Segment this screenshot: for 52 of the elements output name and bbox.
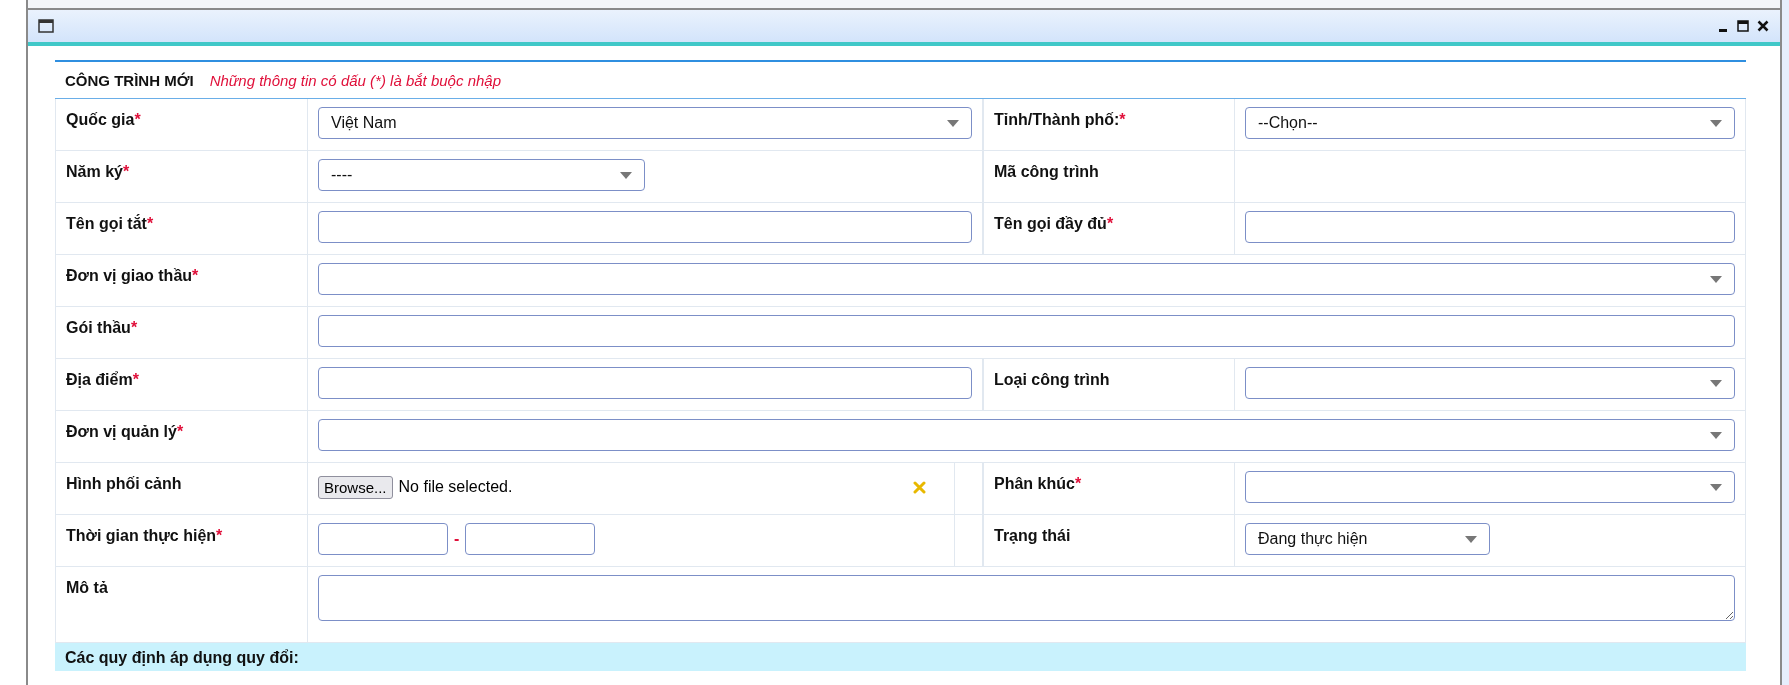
start-date-field[interactable] xyxy=(318,523,448,555)
field-label: Mô tả xyxy=(66,579,108,596)
form-title: CÔNG TRÌNH MỚI xyxy=(65,71,194,89)
input-field[interactable] xyxy=(318,315,1735,347)
clear-x-icon[interactable] xyxy=(913,480,926,494)
field-label: Gói thầu* xyxy=(66,319,138,336)
dropdown-caret-icon xyxy=(620,171,632,179)
close-icon xyxy=(1757,20,1769,32)
maximize-icon xyxy=(1737,20,1749,32)
field-label: Loại công trình xyxy=(994,371,1110,388)
end-date-field[interactable] xyxy=(465,523,596,555)
dropdown-field[interactable]: --Chọn-- xyxy=(1245,107,1735,139)
dropdown-field[interactable]: Việt Nam xyxy=(318,107,972,139)
field-label: Trạng thái xyxy=(994,527,1071,544)
required-note: Những thông tin có dấu (*) là bắt buộc nhập xyxy=(209,71,501,89)
dropdown-caret-icon xyxy=(947,119,959,127)
dropdown-caret-icon xyxy=(1710,483,1722,491)
close-button[interactable] xyxy=(1756,19,1770,33)
field-label: Năm ký* xyxy=(66,163,130,180)
dropdown-field[interactable] xyxy=(318,419,1735,451)
dropdown-field[interactable] xyxy=(318,263,1735,295)
field-label: Đơn vị quản lý* xyxy=(66,423,184,440)
range-dash: - xyxy=(454,529,460,549)
field-label: Đơn vị giao thầu* xyxy=(66,267,199,284)
browse-button[interactable]: Browse... xyxy=(318,475,393,499)
field-label: Hình phối cảnh xyxy=(66,475,182,492)
dropdown-field[interactable] xyxy=(1245,471,1735,503)
section-title: Các quy định áp dụng quy đổi: xyxy=(65,649,299,666)
dropdown-caret-icon xyxy=(1710,431,1722,439)
field-label: Tên gọi tắt* xyxy=(66,215,154,232)
dropdown-caret-icon xyxy=(1710,379,1722,387)
dropdown-caret-icon xyxy=(1465,535,1477,543)
field-label: Thời gian thực hiện* xyxy=(66,527,223,544)
field-label: Mã công trình xyxy=(994,163,1099,180)
minimize-icon xyxy=(1719,28,1727,32)
field-label: Địa điểm* xyxy=(66,371,139,388)
input-field[interactable] xyxy=(318,367,972,399)
field-label: Tên gọi đầy đủ* xyxy=(994,215,1114,232)
dropdown-field[interactable] xyxy=(1245,367,1735,399)
field-label: Tỉnh/Thành phố:* xyxy=(994,111,1126,128)
dropdown-caret-icon xyxy=(1710,275,1722,283)
maximize-button[interactable] xyxy=(1736,19,1750,33)
input-field[interactable] xyxy=(318,211,972,243)
field-label: Quốc gia* xyxy=(66,111,141,128)
field-label: Phân khúc* xyxy=(994,475,1082,492)
text-area[interactable] xyxy=(318,575,1735,621)
input-field[interactable] xyxy=(1245,211,1735,243)
file-status: No file selected. xyxy=(398,478,514,496)
window-icon xyxy=(38,19,54,33)
dropdown-field[interactable]: Đang thực hiện xyxy=(1245,523,1490,555)
dropdown-field[interactable]: ---- xyxy=(318,159,645,191)
dropdown-caret-icon xyxy=(1710,119,1722,127)
